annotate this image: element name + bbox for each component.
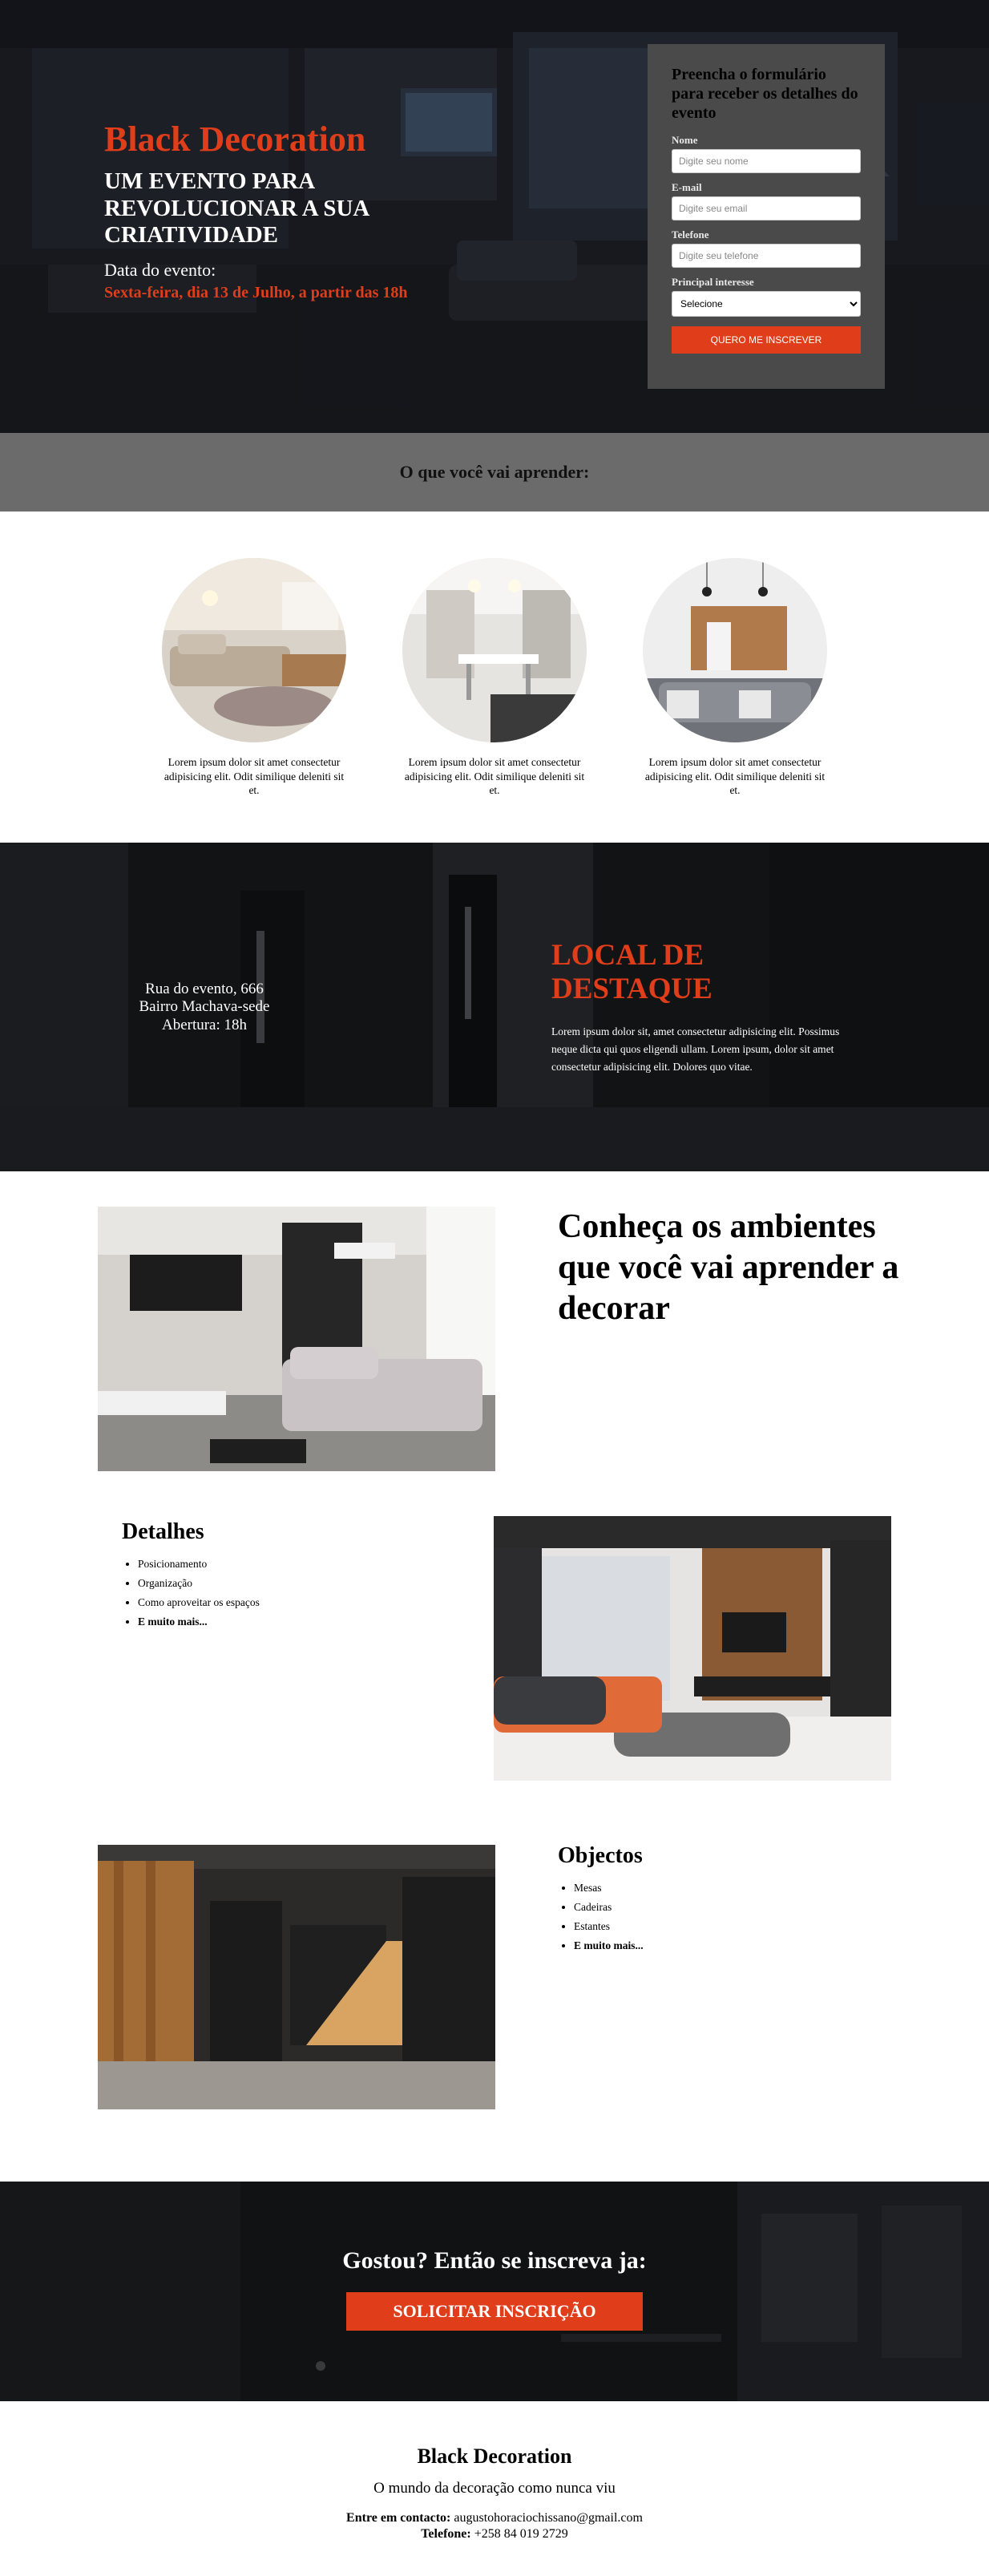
email-label: E-mail — [672, 181, 702, 193]
phone-field[interactable] — [672, 244, 861, 268]
learn-card-image-living-room — [162, 558, 346, 742]
local-title: LOCAL DE DESTAQUE — [551, 938, 712, 1006]
learn-card: Lorem ipsum dolor sit amet consectetur a… — [162, 558, 346, 798]
objectos-image-hallway — [98, 1844, 495, 2109]
address-neighborhood: Bairro Machava-sede — [139, 998, 270, 1016]
ambientes-section: Conheça os ambientes que você vai aprend… — [0, 1171, 989, 1516]
detalhes-item: Organização — [138, 1574, 474, 1593]
address-street: Rua do evento, 666 — [145, 980, 264, 997]
learn-heading: O que você vai aprender: — [399, 462, 590, 482]
contact-email: augustohoraciochissano@gmail.com — [454, 2510, 643, 2525]
phone-label: Telefone: — [421, 2527, 471, 2542]
contact-label: Entre em contacto: — [346, 2510, 451, 2525]
name-field[interactable] — [672, 149, 861, 173]
phone-label: Telefone — [672, 228, 709, 241]
hero-title: Black Decoration — [104, 119, 366, 159]
detalhes-block: Detalhes Posicionamento Organização Como… — [122, 1519, 474, 1632]
cta-section: Gostou? Então se inscreva ja: SOLICITAR … — [0, 2181, 989, 2401]
cta-heading: Gostou? Então se inscreva ja: — [342, 2246, 647, 2274]
objectos-section: Objectos Mesas Cadeiras Estantes E muito… — [0, 1829, 989, 2182]
learn-cards: Lorem ipsum dolor sit amet consectetur a… — [0, 512, 989, 843]
objectos-title: Objectos — [558, 1842, 643, 1868]
objectos-item: E muito mais... — [574, 1936, 894, 1955]
objectos-list: Mesas Cadeiras Estantes E muito mais... — [558, 1878, 894, 1955]
learn-card-text: Lorem ipsum dolor sit amet consectetur a… — [404, 756, 585, 797]
detalhes-item: Como aproveitar os espaços — [138, 1593, 474, 1612]
ambientes-image-living-room — [98, 1206, 495, 1471]
learn-band: O que você vai aprender: — [0, 433, 989, 512]
hero-subtitle: UM EVENTO PARA REVOLUCIONAR A SUA CRIATI… — [104, 168, 369, 249]
hero-intro: Black Decoration UM EVENTO PARA REVOLUCI… — [104, 119, 457, 302]
detalhes-item: E muito mais... — [138, 1612, 474, 1632]
detalhes-item: Posicionamento — [138, 1555, 474, 1574]
detalhes-list: Posicionamento Organização Como aproveit… — [122, 1555, 474, 1632]
name-label: Nome — [672, 134, 698, 146]
learn-card-image-kitchen — [643, 558, 827, 742]
learn-section: O que você vai aprender: Lorem ipsum dol… — [0, 433, 989, 843]
objectos-item: Cadeiras — [574, 1898, 894, 1917]
request-signup-button[interactable]: SOLICITAR INSCRIÇÃO — [346, 2291, 643, 2331]
subscribe-button[interactable]: QUERO ME INSCREVER — [672, 326, 861, 354]
form-heading: Preencha o formulário para receber os de… — [672, 66, 858, 122]
learn-card: Lorem ipsum dolor sit amet consectetur a… — [402, 558, 587, 798]
footer-title: Black Decoration — [417, 2444, 572, 2468]
learn-card: Lorem ipsum dolor sit amet consectetur a… — [643, 558, 827, 798]
signup-form: Preencha o formulário para receber os de… — [648, 44, 885, 389]
learn-card-text: Lorem ipsum dolor sit amet consectetur a… — [163, 756, 345, 797]
learn-card-image-dining-room — [402, 558, 587, 742]
learn-card-text: Lorem ipsum dolor sit amet consectetur a… — [644, 756, 826, 797]
detalhes-image-living-room — [494, 1515, 891, 1781]
detalhes-title: Detalhes — [122, 1519, 204, 1544]
opening-time: Abertura: 18h — [161, 1017, 248, 1034]
footer-tagline: O mundo da decoração como nunca viu — [373, 2479, 616, 2497]
objectos-item: Mesas — [574, 1878, 894, 1898]
footer-contact: Entre em contacto: augustohoraciochissan… — [0, 2510, 989, 2544]
local-text: Lorem ipsum dolor sit, amet consectetur … — [551, 1025, 840, 1074]
local-highlight: LOCAL DE DESTAQUE Lorem ipsum dolor sit,… — [551, 939, 864, 1077]
event-date-label: Data do evento: — [104, 260, 216, 281]
interest-label: Principal interesse — [672, 276, 754, 288]
hero-section: Black Decoration UM EVENTO PARA REVOLUCI… — [0, 0, 989, 433]
event-address: Rua do evento, 666 Bairro Machava-sede A… — [104, 981, 305, 1035]
event-date: Sexta-feira, dia 13 de Julho, a partir d… — [104, 284, 408, 302]
detalhes-section: Detalhes Posicionamento Organização Como… — [0, 1515, 989, 1829]
cta-content: Gostou? Então se inscreva ja: SOLICITAR … — [0, 2247, 989, 2331]
interest-select[interactable]: Selecione — [672, 291, 861, 317]
phone-number: +258 84 019 2729 — [474, 2527, 568, 2542]
ambientes-title: Conheça os ambientes que você vai aprend… — [558, 1207, 899, 1328]
local-section: Rua do evento, 666 Bairro Machava-sede A… — [0, 842, 989, 1171]
footer: Black Decoration O mundo da decoração co… — [0, 2401, 989, 2576]
objectos-block: Objectos Mesas Cadeiras Estantes E muito… — [558, 1843, 894, 1955]
objectos-item: Estantes — [574, 1917, 894, 1936]
email-field[interactable] — [672, 196, 861, 220]
